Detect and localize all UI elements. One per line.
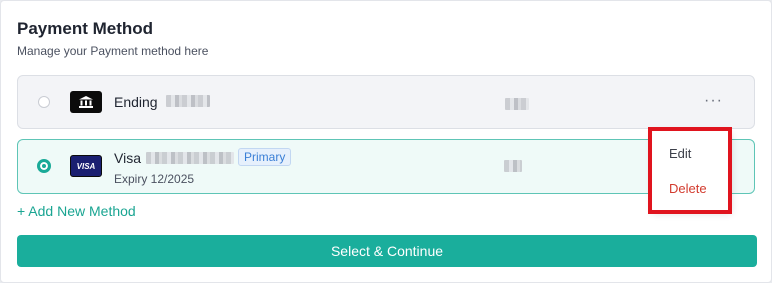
masked-value xyxy=(505,98,529,110)
page-title: Payment Method xyxy=(17,19,154,38)
payment-method-visa[interactable]: VISA Visa Primary Expiry 12/2025 xyxy=(17,139,755,194)
add-new-method-link[interactable]: + Add New Method xyxy=(17,203,136,219)
card-expiry: Expiry 12/2025 xyxy=(114,172,195,186)
page-subtitle: Manage your Payment method here xyxy=(17,44,209,58)
bank-icon xyxy=(70,91,102,113)
masked-card-number xyxy=(146,152,234,164)
radio-button-selected[interactable] xyxy=(37,159,51,173)
edit-menu-item[interactable]: Edit xyxy=(669,146,691,161)
more-options-icon[interactable]: ··· xyxy=(704,92,723,110)
select-continue-button[interactable]: Select & Continue xyxy=(17,235,757,267)
masked-card-number xyxy=(166,95,210,107)
options-dropdown: Edit Delete xyxy=(652,130,732,212)
method-label: Ending xyxy=(114,94,158,110)
primary-badge: Primary xyxy=(238,148,292,166)
radio-button[interactable] xyxy=(38,96,50,108)
payment-method-panel: Payment Method Manage your Payment metho… xyxy=(0,0,772,283)
visa-logo-icon: VISA xyxy=(70,155,102,177)
delete-menu-item[interactable]: Delete xyxy=(669,181,707,196)
masked-value xyxy=(504,160,522,172)
payment-method-bank[interactable]: Ending ··· xyxy=(17,75,755,129)
method-label: Visa xyxy=(114,150,141,166)
